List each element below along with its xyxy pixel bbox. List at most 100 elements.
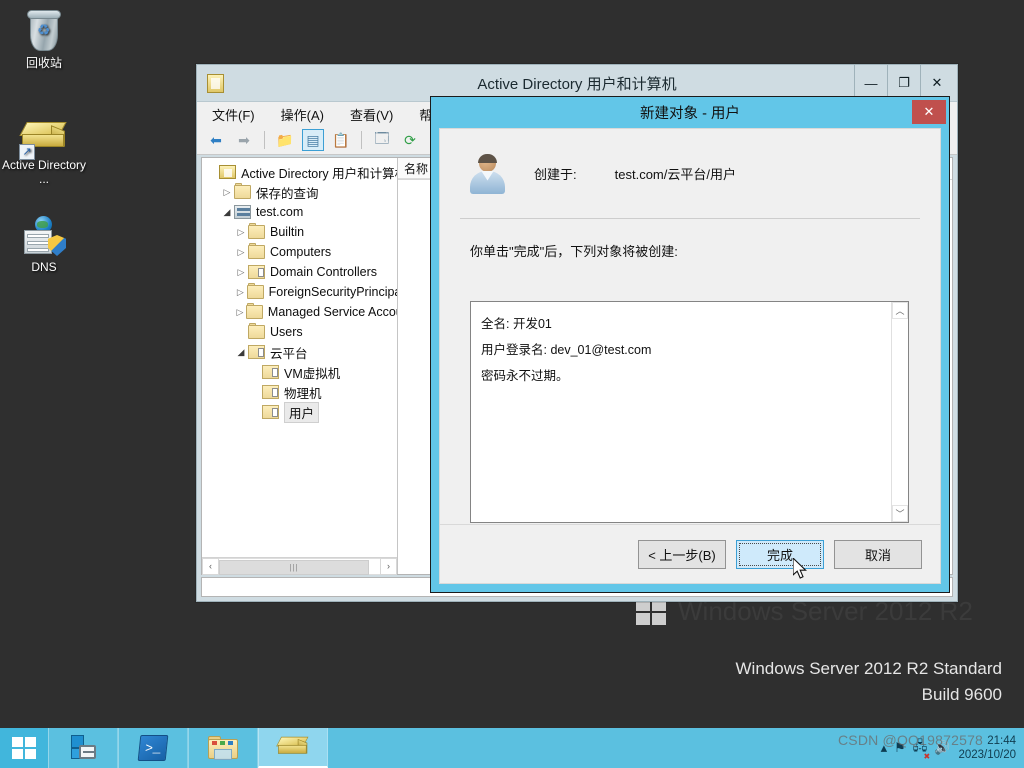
taskbar-item-powershell[interactable]: >_ [118,728,188,768]
up-folder-icon[interactable]: 📁 [274,129,296,151]
scroll-down-button[interactable]: ﹀ [892,505,908,522]
menu-item-action[interactable]: 操作(A) [278,103,327,126]
dialog-title-bar[interactable]: 新建对象 - 用户 ✕ [431,97,949,128]
expanded-twisty-icon[interactable]: ◢ [234,347,248,358]
os-build: Build 9600 [921,685,1002,704]
domain-icon [234,205,251,219]
tree-item-用户[interactable]: 用户 [202,401,397,423]
summary-scrollbar[interactable]: ︿ ﹀ [891,302,908,522]
scroll-right-button[interactable]: › [380,557,397,575]
collapsed-twisty-icon[interactable]: ▷ [234,247,248,258]
desktop-icon-active-directory[interactable]: ↗ Active Directory ... [0,106,88,186]
taskbar-empty-area[interactable] [328,728,826,768]
tree-item-label: Builtin [270,225,305,239]
collapsed-twisty-icon[interactable]: ▷ [220,187,234,198]
summary-listbox[interactable]: 全名: 开发01 用户登录名: dev_01@test.com 密码永不过期。 … [470,301,909,523]
desktop-icon-label: 回收站 [25,56,62,70]
windows-logo-icon [636,598,666,625]
summary-line-logon: 用户登录名: dev_01@test.com [481,343,652,357]
menu-item-file[interactable]: 文件(F) [209,103,258,126]
dialog-title: 新建对象 - 用户 [640,106,740,122]
tree-item-label: Computers [270,245,332,259]
toolbar-separator [264,131,265,149]
scroll-left-button[interactable]: ‹ [202,557,219,575]
tree-item-managed-service-accounts[interactable]: ▷ Managed Service Accounts [202,302,397,322]
ou-icon [248,345,265,359]
scroll-track[interactable] [892,319,908,505]
scroll-up-button[interactable]: ︿ [892,302,908,319]
show-hide-console-tree-icon[interactable]: ▤ [302,129,324,151]
tree-item-foreignsecurityprincipals[interactable]: ▷ ForeignSecurityPrincipals [202,282,397,302]
tree-item-保存的查询[interactable]: ▷ 保存的查询 [202,182,397,202]
tree-item-domain-controllers[interactable]: ▷ Domain Controllers [202,262,397,282]
taskbar-item-server-manager[interactable] [48,728,118,768]
tree-item-builtin[interactable]: ▷ Builtin [202,222,397,242]
tree-item-label: Active Directory 用户和计算机 [241,166,397,181]
console-tree-pane[interactable]: Active Directory 用户和计算机 ▷ 保存的查询 ◢ test.com ▷ B… [202,158,398,575]
created-in-label: 创建于: [534,167,577,182]
collapsed-twisty-icon[interactable]: ▷ [234,287,247,298]
folder-icon [248,243,265,259]
scroll-thumb[interactable]: ||| [219,559,369,575]
summary-text: 全名: 开发01 用户登录名: dev_01@test.com 密码永不过期。 [471,302,891,522]
refresh-icon[interactable]: ⟳ [399,129,421,151]
collapsed-twisty-icon[interactable]: ▷ [234,307,246,318]
mmc-console-icon [207,73,224,93]
start-button[interactable] [0,728,48,768]
taskbar-item-adu-c[interactable] [258,728,328,768]
csdn-watermark: CSDN @QQ19872578 [838,732,984,748]
tree-item-users[interactable]: Users [202,322,397,342]
tree-item-云平台[interactable]: ◢ 云平台 [202,342,397,362]
server-manager-icon [69,735,97,761]
folder-icon [234,183,251,199]
tree-item-label: Managed Service Accounts [267,305,397,319]
tree-item-label: 物理机 [284,386,322,401]
summary-line-password: 密码永不过期。 [481,369,569,383]
tree-item-computers[interactable]: ▷ Computers [202,242,397,262]
forward-icon[interactable]: ➡ [233,129,255,151]
tree-horizontal-scrollbar[interactable]: ‹ ||| › [202,557,397,575]
tree-item-active-directory-用户和计算机[interactable]: Active Directory 用户和计算机 [202,162,397,182]
properties-icon[interactable]: 📋 [330,129,352,151]
folder-icon [246,283,264,299]
finish-button[interactable]: 完成 [736,539,824,569]
user-avatar-icon [468,153,506,194]
dialog-divider [460,218,920,219]
back-icon[interactable]: ⬅ [205,129,227,151]
summary-line-fullname: 全名: 开发01 [481,317,552,331]
desktop-icon-recycle-bin[interactable]: ♻ 回收站 [0,4,88,70]
dialog-close-button[interactable]: ✕ [912,100,946,124]
created-in-value: test.com/云平台/用户 [614,167,736,182]
desktop[interactable]: Windows Server 2012 R2 ♻ 回收站 ↗ Active Di… [0,0,1024,768]
tree-item-label: test.com [256,205,304,219]
tree-item-label: 用户 [284,401,320,423]
console-tree[interactable]: Active Directory 用户和计算机 ▷ 保存的查询 ◢ test.com ▷ B… [202,158,397,557]
collapsed-twisty-icon[interactable]: ▷ [234,227,248,238]
console-icon [219,165,237,179]
new-object-user-dialog[interactable]: 新建对象 - 用户 ✕ 创建于: test.com/云平台/用户 你单击"完成"… [430,96,950,593]
desktop-icon-dns[interactable]: DNS [0,208,88,274]
shortcut-arrow-icon: ↗ [19,144,35,160]
ou-icon [248,265,265,279]
taskbar-item-file-explorer[interactable] [188,728,258,768]
tree-item-vm虚拟机[interactable]: VM虚拟机 [202,362,397,382]
file-explorer-icon [208,735,238,761]
windows-start-icon [12,737,36,759]
dialog-header: 创建于: test.com/云平台/用户 [440,129,940,218]
desktop-icon-label: Active Directory ... [1,158,87,186]
dialog-content: 创建于: test.com/云平台/用户 你单击"完成"后，下列对象将被创建: … [439,128,941,584]
scroll-track[interactable]: ||| [219,557,380,575]
expanded-twisty-icon[interactable]: ◢ [220,207,234,218]
dialog-footer: < 上一步(B) 完成 取消 [440,524,940,583]
tree-item-物理机[interactable]: 物理机 [202,382,397,402]
back-button[interactable]: < 上一步(B) [638,539,726,569]
tree-item-label: 保存的查询 [256,186,319,201]
tree-item-test-com[interactable]: ◢ test.com [202,202,397,222]
active-directory-taskbar-icon [276,735,309,758]
cancel-button[interactable]: 取消 [834,539,922,569]
toolbar-separator [361,131,362,149]
menu-item-view[interactable]: 查看(V) [347,103,396,126]
collapsed-twisty-icon[interactable]: ▷ [234,267,248,278]
new-window-icon[interactable]: 🗔 [371,129,393,151]
tree-item-label: Domain Controllers [270,265,377,279]
